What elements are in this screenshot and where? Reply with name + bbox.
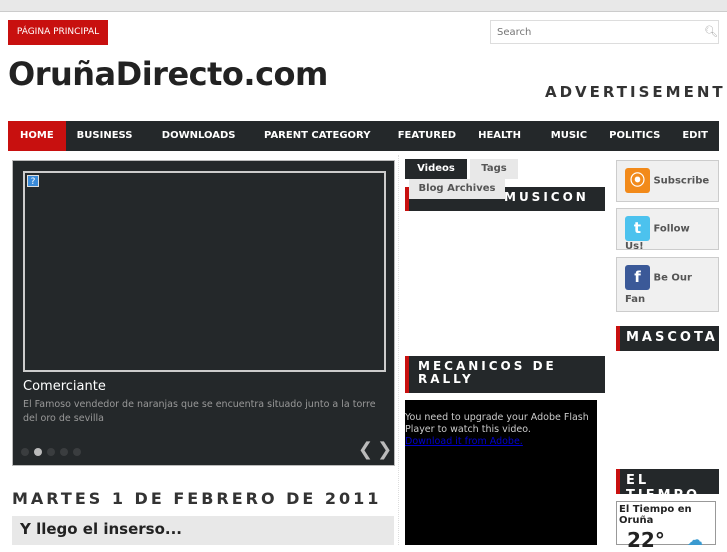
subscribe-button[interactable]: ⦿ Subscribe xyxy=(616,160,719,202)
nav-edit[interactable]: EDIT xyxy=(671,121,719,151)
nav-business[interactable]: BUSINESS » xyxy=(66,121,151,171)
weather-title: El Tiempo en Oruña xyxy=(619,504,692,526)
broken-image-icon: ? xyxy=(27,175,39,187)
nav-featured[interactable]: FEATURED xyxy=(387,121,467,151)
featured-slider: ? Comerciante El Famoso vendedor de nara… xyxy=(12,160,395,466)
cloud-icon: ☁ xyxy=(687,530,703,549)
next-arrow-icon[interactable]: ❯ xyxy=(377,439,396,460)
date-header: MARTES 1 DE FEBRERO DE 2011 xyxy=(12,489,382,508)
prev-arrow-icon[interactable]: ❮ xyxy=(358,439,377,460)
nav-parent-category[interactable]: PARENT CATEGORY » xyxy=(253,121,387,171)
download-flash-link[interactable]: Download it from Adobe. xyxy=(405,436,523,447)
nav-music[interactable]: MUSIC xyxy=(540,121,598,151)
widget-title-el-tiempo: EL TIEMPO xyxy=(616,469,719,503)
tab-videos[interactable]: Videos xyxy=(405,159,467,179)
column-divider xyxy=(398,155,399,545)
slide-title[interactable]: Comerciante xyxy=(23,379,106,394)
slider-dot-active[interactable] xyxy=(34,448,42,456)
slider-dot[interactable] xyxy=(73,448,81,456)
slider-dots xyxy=(21,448,81,456)
search-icon[interactable]: 🔍︎ xyxy=(704,25,718,38)
weather-temp: 22° xyxy=(627,528,665,552)
fan-button[interactable]: f Be Our Fan xyxy=(616,257,719,312)
tab-blog-archives[interactable]: Blog Archives xyxy=(409,179,505,199)
slide-image[interactable]: ? xyxy=(23,171,386,372)
search-input[interactable] xyxy=(490,20,719,44)
advertisement-label: ADVERTISEMENT xyxy=(545,83,726,101)
post-title[interactable]: Y llego el inserso... xyxy=(12,516,394,545)
facebook-icon: f xyxy=(625,265,650,290)
flash-video-player: You need to upgrade your Adobe Flash Pla… xyxy=(405,400,597,545)
main-nav: HOME BUSINESS » DOWNLOADS » PARENT CATEG… xyxy=(8,121,719,171)
nav-health[interactable]: HEALTH » xyxy=(467,121,540,171)
follow-button[interactable]: t Follow Us! xyxy=(616,208,719,252)
slide-description: El Famoso vendedor de naranjas que se en… xyxy=(23,399,376,424)
slider-dot[interactable] xyxy=(21,448,29,456)
nav-politics[interactable]: POLITICS xyxy=(598,121,671,151)
rss-icon: ⦿ xyxy=(625,168,650,193)
weather-widget[interactable]: El Tiempo en Oruña 22° ☁ xyxy=(616,501,716,552)
widget-title-mascota: MASCOTA xyxy=(616,326,719,351)
slider-arrows: ❮❯ xyxy=(358,439,396,460)
site-title[interactable]: OruñaDirecto.com xyxy=(8,55,328,93)
slider-dot[interactable] xyxy=(60,448,68,456)
browser-top-bar xyxy=(0,0,727,12)
home-page-button[interactable]: PÁGINA PRINCIPAL xyxy=(8,20,108,45)
slider-dot[interactable] xyxy=(47,448,55,456)
nav-downloads[interactable]: DOWNLOADS » xyxy=(151,121,253,171)
nav-home[interactable]: HOME xyxy=(8,121,66,151)
flash-message: You need to upgrade your Adobe Flash Pla… xyxy=(405,412,589,435)
tab-tags[interactable]: Tags xyxy=(470,159,518,179)
subscribe-label: Subscribe xyxy=(653,175,710,187)
widget-title-mecanicos: MECANICOS DE RALLY xyxy=(405,356,605,393)
twitter-icon: t xyxy=(625,216,650,241)
